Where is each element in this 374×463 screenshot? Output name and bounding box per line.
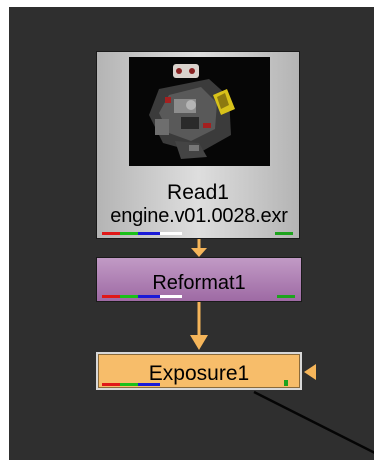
engine-thumbnail-image xyxy=(129,57,270,166)
mask-indicator xyxy=(277,295,295,298)
reformat-node[interactable]: Reformat1 xyxy=(96,257,302,302)
channel-green-indicator xyxy=(120,383,138,386)
channel-alpha-indicator xyxy=(160,295,182,298)
channel-alpha-indicator xyxy=(160,232,182,235)
channel-red-indicator xyxy=(102,383,120,386)
mask-indicator xyxy=(284,380,288,386)
read-node-title: Read1 xyxy=(167,181,229,204)
arrow-down-icon xyxy=(190,335,208,350)
channel-red-indicator xyxy=(102,295,120,298)
mask-indicator xyxy=(275,232,293,235)
reformat-node-title: Reformat1 xyxy=(152,272,246,294)
exposure-node[interactable]: Exposure1 xyxy=(96,352,302,390)
channel-blue-indicator xyxy=(138,383,160,386)
channel-blue-indicator xyxy=(138,232,160,235)
read-node-filename: engine.v01.0028.exr xyxy=(110,205,288,227)
read-thumbnail xyxy=(129,57,270,166)
channel-blue-indicator xyxy=(138,295,160,298)
triangle-left-icon[interactable] xyxy=(304,364,316,380)
pipe-exposure-output[interactable] xyxy=(253,390,374,454)
channel-green-indicator xyxy=(120,295,138,298)
channel-green-indicator xyxy=(120,232,138,235)
read-node[interactable]: Read1 engine.v01.0028.exr xyxy=(96,51,300,239)
arrow-down-icon xyxy=(191,248,207,257)
node-graph-canvas[interactable]: Read1 engine.v01.0028.exr Reformat1 Expo… xyxy=(9,7,374,460)
channel-red-indicator xyxy=(102,232,120,235)
